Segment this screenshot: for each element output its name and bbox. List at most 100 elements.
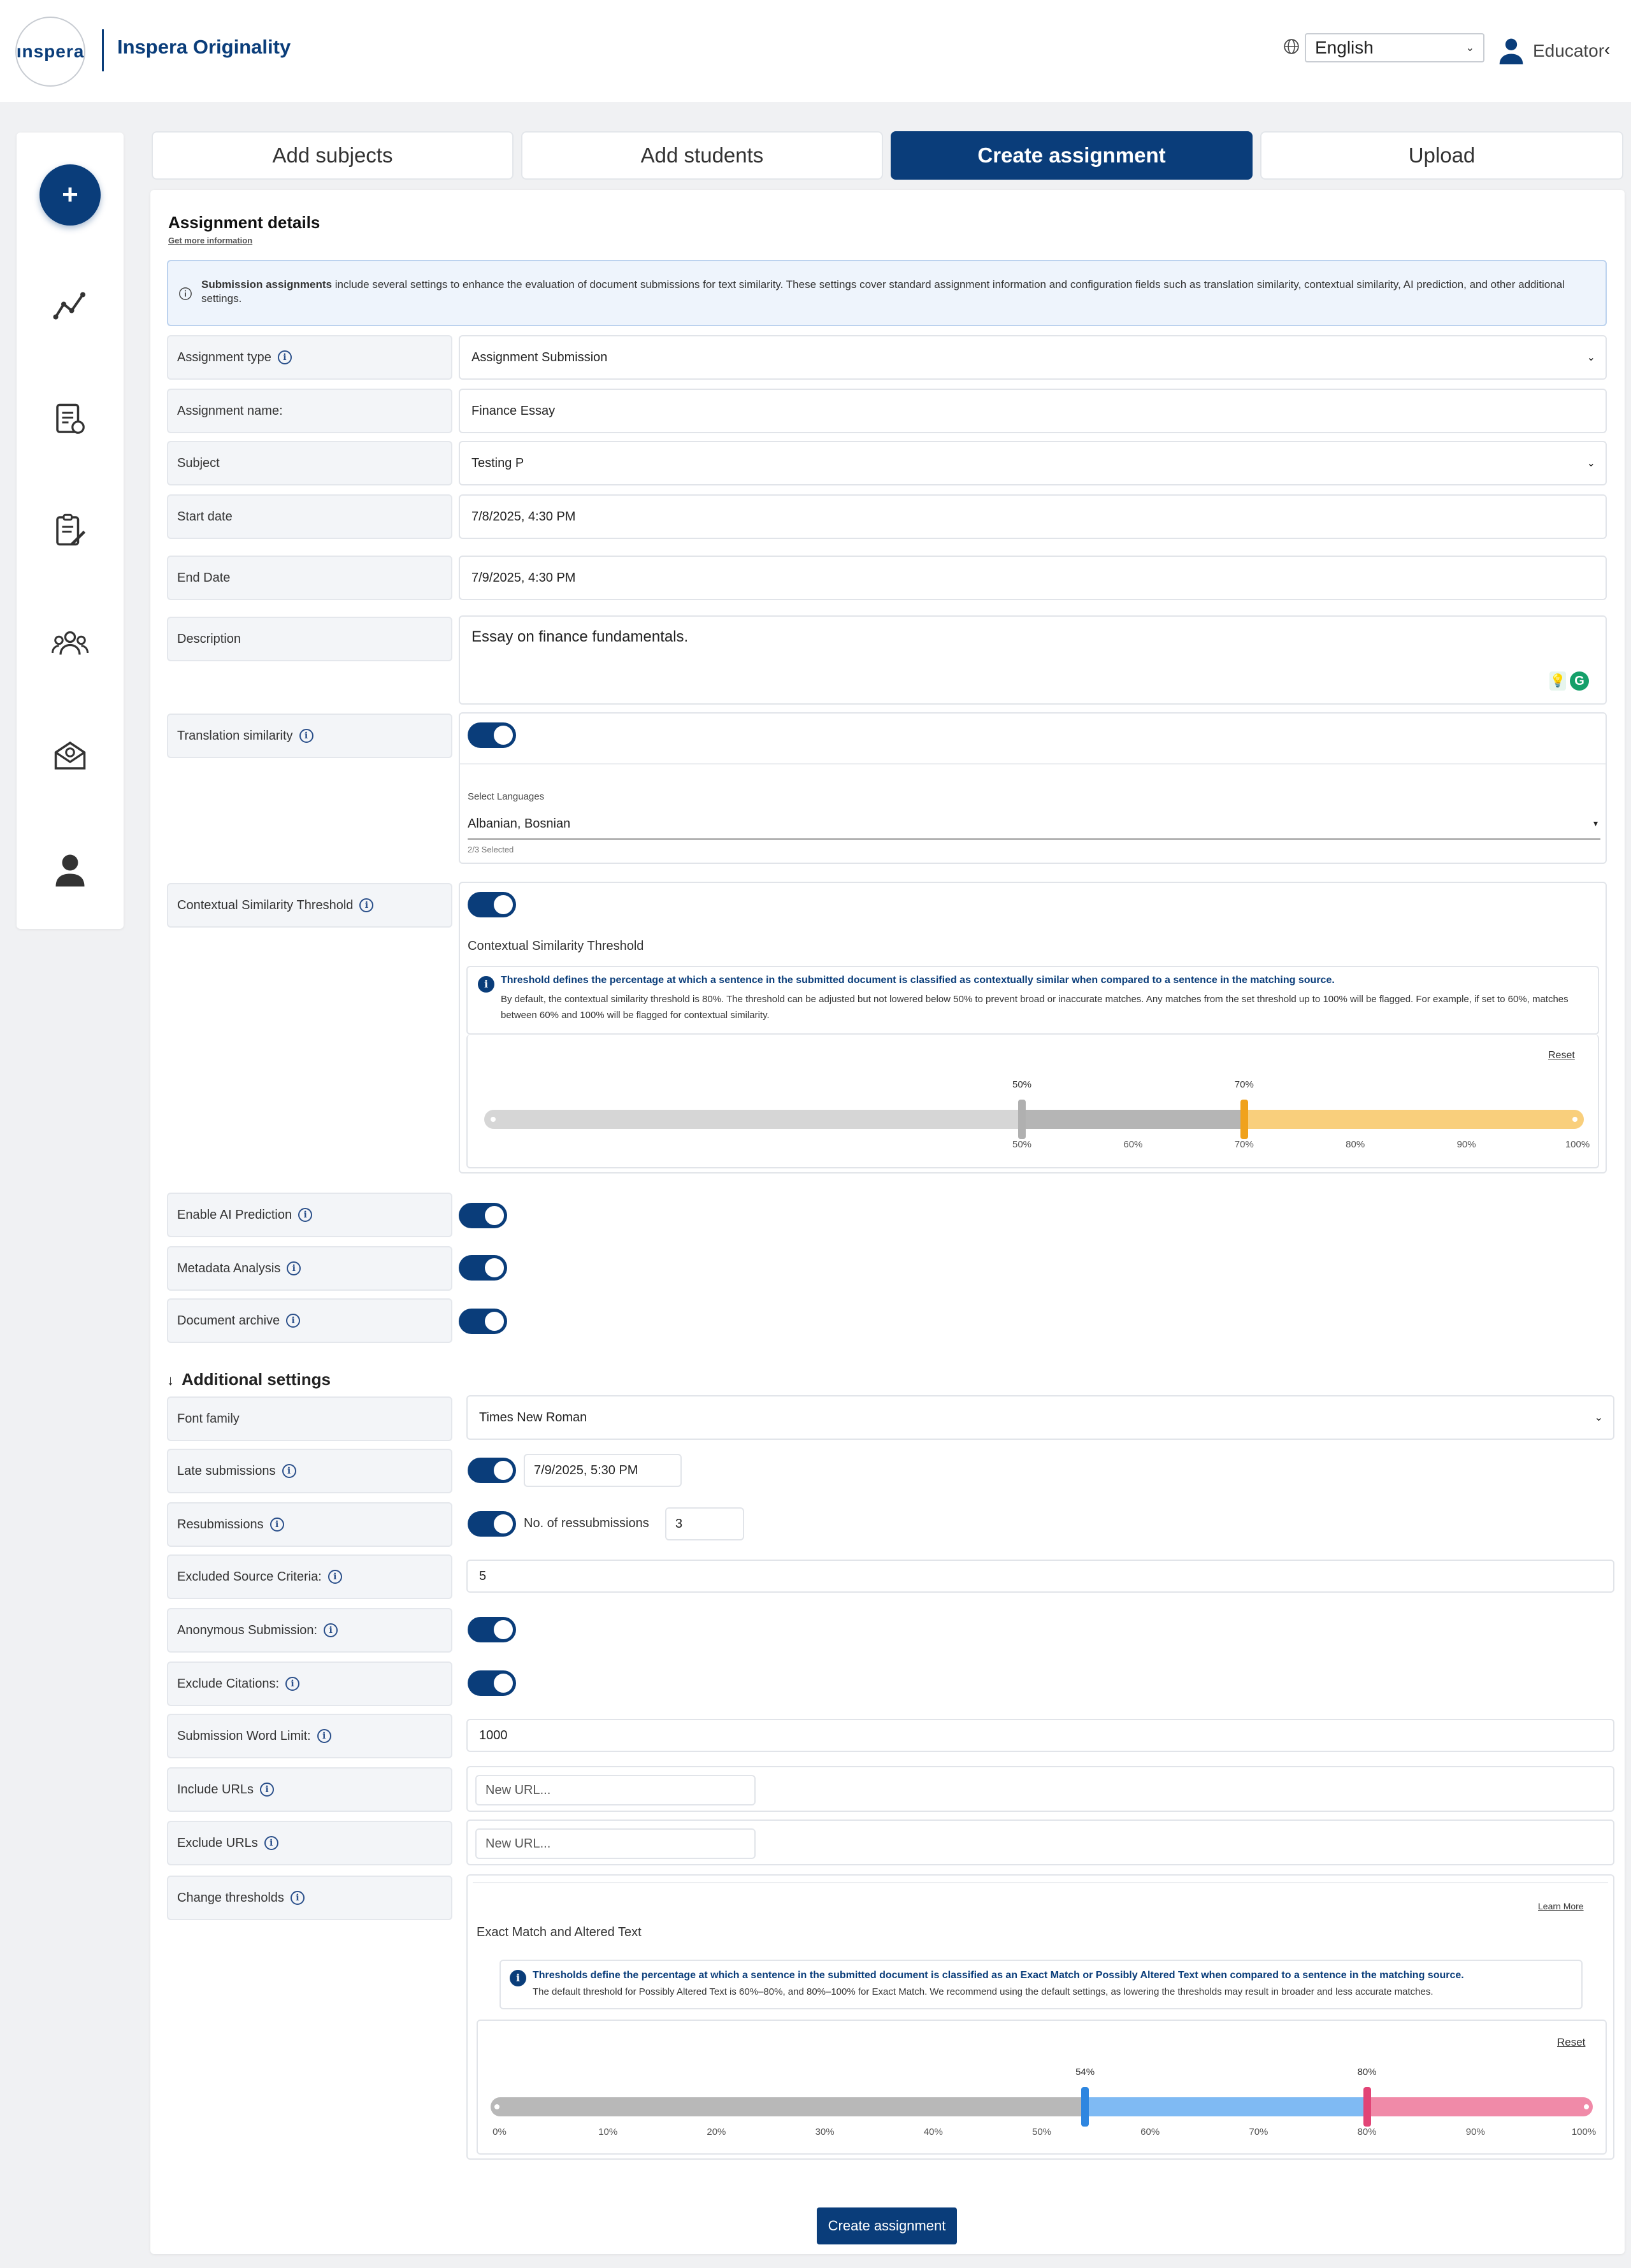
slider-tick-label: 90% [1465, 2127, 1485, 2137]
subject-select[interactable]: Testing P ⌄ [459, 441, 1607, 485]
clipboard-edit-icon[interactable] [51, 511, 89, 549]
start-date-input[interactable]: 7/8/2025, 4:30 PM [459, 494, 1607, 539]
info-icon[interactable]: i [277, 350, 292, 364]
chevron-left-icon[interactable]: ‹ [1604, 39, 1610, 60]
slider-thumb-high[interactable] [1240, 1100, 1248, 1139]
info-icon[interactable]: i [298, 1208, 313, 1222]
info-icon[interactable]: i [264, 1836, 278, 1850]
language-value: English [1315, 38, 1374, 57]
slider-tick-label: 40% [923, 2127, 943, 2137]
subject-label: Subject [167, 441, 452, 485]
reset-link[interactable]: Reset [1548, 1050, 1575, 1061]
assignment-name-input[interactable]: Finance Essay [459, 389, 1607, 433]
lightbulb-icon[interactable]: 💡 [1549, 671, 1566, 691]
slider-tick-label: 50% [1031, 2127, 1052, 2137]
resubmissions-toggle[interactable] [468, 1511, 516, 1537]
exclude-citations-toggle[interactable] [468, 1670, 516, 1696]
slider-tick-label: 70% [1234, 1139, 1254, 1150]
divider [460, 763, 1606, 764]
slider-tick-label: 100% [1565, 1139, 1590, 1150]
role-label[interactable]: Educator [1533, 41, 1604, 61]
end-date-label: End Date [167, 556, 452, 600]
language-select[interactable]: English ⌄ [1305, 33, 1484, 62]
metadata-analysis-toggle[interactable] [459, 1255, 507, 1281]
exact-info-text: The default threshold for Possibly Alter… [533, 1986, 1433, 1997]
info-icon[interactable]: i [317, 1729, 331, 1743]
track-segment-low [484, 1110, 1022, 1129]
info-icon[interactable]: i [285, 1677, 300, 1691]
additional-settings-toggle[interactable]: ↓ Additional settings [167, 1370, 331, 1389]
profile-icon[interactable] [51, 850, 89, 888]
info-icon[interactable]: i [324, 1623, 338, 1637]
excluded-source-input[interactable]: 5 [466, 1560, 1614, 1593]
chevron-down-icon: ⌄ [1586, 458, 1595, 469]
slider-tick-label: 90% [1456, 1139, 1476, 1150]
get-more-info-link[interactable]: Get more information [168, 236, 252, 245]
exclude-url-input[interactable]: New URL... [475, 1828, 756, 1859]
description-textarea[interactable]: Essay on finance fundamentals. [459, 615, 1607, 705]
translation-toggle[interactable] [468, 722, 516, 748]
end-date-input[interactable]: 7/9/2025, 4:30 PM [459, 556, 1607, 600]
late-submissions-toggle[interactable] [468, 1458, 516, 1483]
slider-thumb-high[interactable] [1363, 2087, 1371, 2127]
exclude-citations-label: Exclude Citations: i [167, 1662, 452, 1706]
slider-thumb-low[interactable] [1018, 1100, 1026, 1139]
users-group-icon[interactable] [51, 624, 89, 663]
slider-tick-label: 80% [1346, 1139, 1365, 1150]
track-segment-high [1367, 2097, 1593, 2116]
info-icon[interactable]: i [359, 898, 374, 912]
inspera-logo[interactable]: ınspera [15, 17, 85, 87]
translation-panel [459, 712, 1607, 864]
slider-tick-label: 0% [492, 2127, 507, 2137]
tab-upload[interactable]: Upload [1260, 131, 1623, 180]
late-date-input[interactable]: 7/9/2025, 5:30 PM [524, 1454, 682, 1487]
start-date-label: Start date [167, 494, 452, 539]
description-label: Description [167, 617, 452, 661]
info-icon[interactable]: i [290, 1891, 305, 1905]
info-icon[interactable]: i [269, 1518, 284, 1532]
slider-tick-label: 10% [598, 2127, 618, 2137]
info-icon[interactable]: i [287, 1261, 301, 1275]
document-archive-toggle[interactable] [459, 1309, 507, 1334]
tab-create-assignment[interactable]: Create assignment [891, 131, 1253, 180]
slider-value-low: 54% [1075, 2067, 1095, 2078]
languages-select[interactable]: Albanian, Bosnian ▾ [468, 817, 1600, 840]
include-url-input[interactable]: New URL... [475, 1775, 756, 1805]
exact-slider[interactable]: 54% 80% 0% 10% 20% 30% 40% 50% 60% 70% 80% 90% 100% [491, 2058, 1596, 2147]
caret-down-icon: ▾ [1593, 818, 1598, 828]
tab-add-subjects[interactable]: Add subjects [152, 131, 514, 180]
ai-prediction-toggle[interactable] [459, 1203, 507, 1228]
create-assignment-button[interactable]: Create assignment [817, 2207, 957, 2244]
grammarly-icon[interactable]: G [1570, 671, 1589, 691]
word-limit-input[interactable]: 1000 [466, 1719, 1614, 1752]
info-icon[interactable]: i [282, 1464, 296, 1478]
contextual-toggle[interactable] [468, 892, 516, 917]
add-button[interactable]: + [40, 164, 101, 226]
user-icon[interactable] [1497, 36, 1525, 65]
banner-text: include several settings to enhance the … [201, 278, 1565, 305]
tab-add-students[interactable]: Add students [521, 131, 883, 180]
reset-link[interactable]: Reset [1557, 2036, 1585, 2049]
info-icon[interactable]: i [299, 729, 313, 743]
mail-badge-icon[interactable] [51, 736, 89, 775]
resubmissions-count-input[interactable]: 3 [665, 1507, 744, 1540]
document-archive-label: Document archive i [167, 1298, 452, 1343]
analytics-icon[interactable] [51, 287, 89, 325]
anonymous-submission-label: Anonymous Submission: i [167, 1608, 452, 1653]
info-icon[interactable]: i [286, 1314, 301, 1328]
contextual-slider[interactable]: 50% 70% 50% 60% 70% 80% 90% 100% [484, 1070, 1590, 1159]
learn-more-link[interactable]: Learn More [1538, 1901, 1584, 1911]
assignment-type-select[interactable]: Assignment Submission ⌄ [459, 335, 1607, 380]
info-icon[interactable]: i [260, 1783, 275, 1797]
excluded-source-label: Excluded Source Criteria: i [167, 1554, 452, 1599]
banner-bold: Submission assignments [201, 278, 332, 291]
track-dot [491, 1117, 496, 1122]
exact-match-title: Exact Match and Altered Text [477, 1925, 642, 1939]
anonymous-submission-toggle[interactable] [468, 1617, 516, 1642]
info-icon[interactable]: i [327, 1570, 342, 1584]
slider-thumb-low[interactable] [1081, 2087, 1089, 2127]
slider-tick-label: 50% [1012, 1139, 1032, 1150]
font-family-select[interactable]: Times New Roman ⌄ [466, 1395, 1614, 1440]
document-certificate-icon[interactable] [51, 400, 89, 438]
info-icon: i [510, 1970, 526, 1986]
